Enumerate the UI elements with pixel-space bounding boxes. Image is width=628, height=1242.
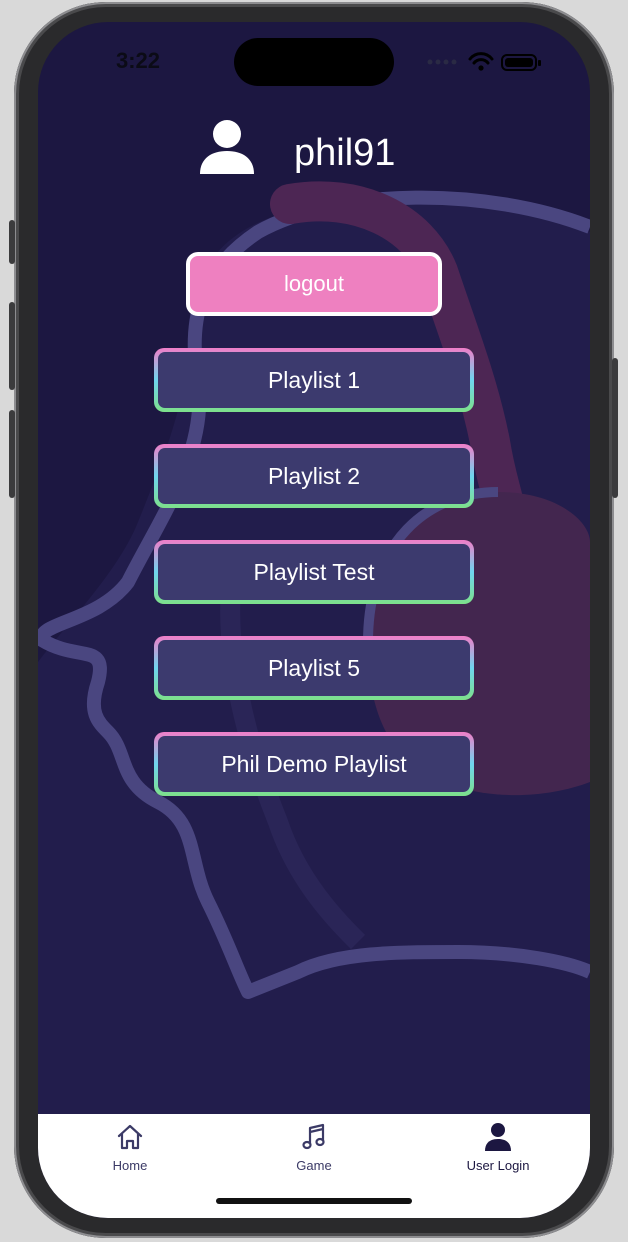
status-time: 3:22 (116, 48, 161, 73)
playlist-button-label: Playlist 2 (158, 448, 470, 504)
playlist-button-label: Playlist Test (158, 544, 470, 600)
home-indicator (216, 1198, 412, 1204)
playlist-button[interactable]: Playlist Test (154, 540, 474, 604)
wifi-icon (468, 52, 494, 65)
device-power-button (612, 358, 618, 498)
logout-button[interactable]: logout (186, 252, 442, 316)
cellular-signal-icon (427, 59, 457, 65)
home-icon (117, 1124, 143, 1150)
battery-icon (501, 54, 541, 71)
playlist-button-label: Playlist 1 (158, 352, 470, 408)
playlist-button[interactable]: Playlist 2 (154, 444, 474, 508)
app-screen: 3:22 phil91 logout Playlist 1 Playlist 2… (38, 22, 590, 1218)
playlist-button[interactable]: Phil Demo Playlist (154, 732, 474, 796)
music-note-icon (302, 1123, 325, 1150)
tab-game-label: Game (296, 1158, 332, 1173)
playlist-button-label: Phil Demo Playlist (158, 736, 470, 792)
playlist-button[interactable]: Playlist 5 (154, 636, 474, 700)
tab-user-login-label: User Login (466, 1158, 530, 1173)
tab-home-label: Home (112, 1158, 148, 1173)
playlist-button[interactable]: Playlist 1 (154, 348, 474, 412)
user-avatar-icon (200, 120, 254, 174)
user-header: phil91 (188, 114, 448, 190)
device-volume-down-button (9, 410, 15, 498)
tab-user-login[interactable]: User Login (438, 1122, 558, 1182)
device-volume-up-button (9, 302, 15, 390)
tab-game[interactable]: Game (254, 1122, 374, 1182)
user-icon (485, 1123, 511, 1151)
playlist-button-label: Playlist 5 (158, 640, 470, 696)
status-icons (427, 52, 541, 71)
dynamic-island (234, 38, 394, 86)
device-side-button (9, 220, 15, 264)
headphones-silhouette-background (38, 181, 590, 1218)
tab-home[interactable]: Home (70, 1122, 190, 1182)
username-label: phil91 (294, 132, 396, 174)
status-bar: 3:22 (38, 22, 590, 102)
